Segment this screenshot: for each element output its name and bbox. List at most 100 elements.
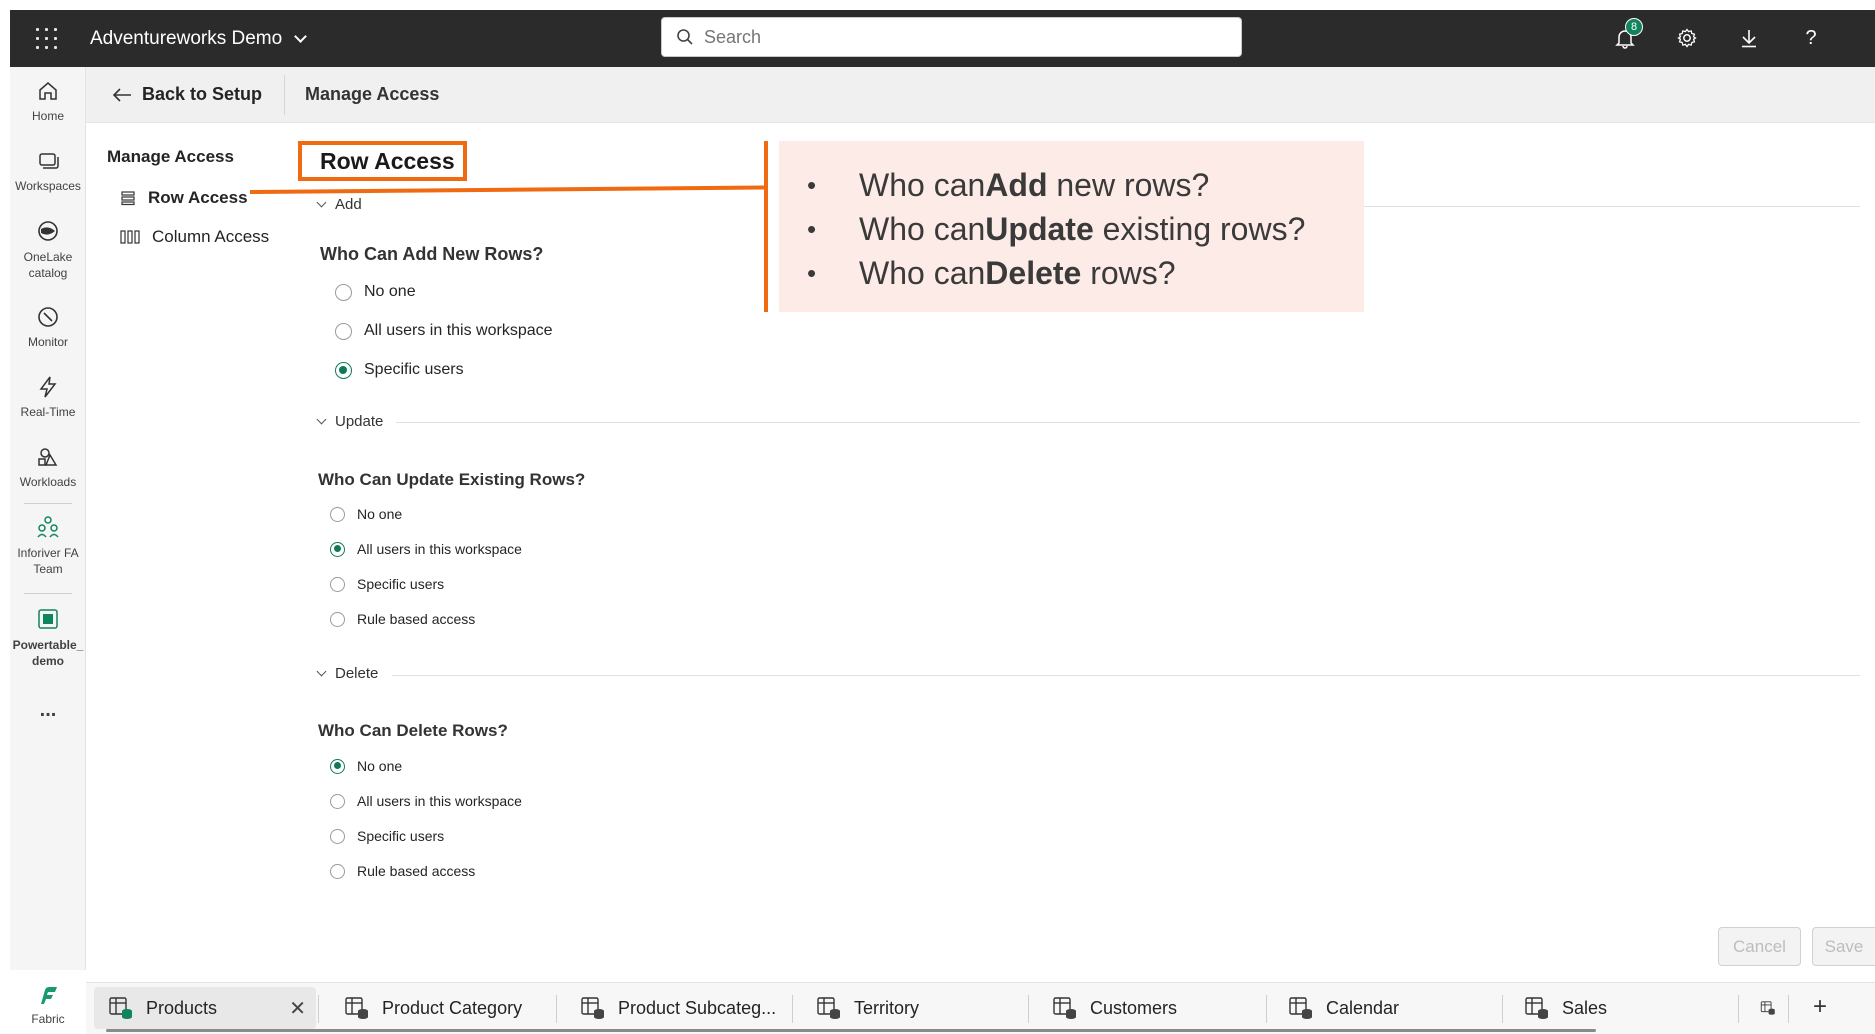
rail-item-workspaces[interactable]: Workspaces (10, 147, 86, 193)
rail-item-monitor[interactable]: Monitor (10, 303, 86, 349)
fabric-home[interactable]: Fabric (10, 970, 86, 1034)
radio-button[interactable] (335, 283, 352, 301)
update-question: Who Can Update Existing Rows? (318, 470, 586, 489)
radio-button[interactable] (330, 828, 345, 844)
tab-territory[interactable]: Territory (802, 987, 919, 1029)
cancel-button[interactable]: Cancel (1718, 927, 1801, 966)
back-to-setup-button[interactable]: Back to Setup (112, 84, 262, 105)
nav-item-column-access[interactable]: Column Access (120, 227, 269, 247)
radio-button-selected[interactable] (330, 758, 345, 774)
callout-item: • Who can Add new rows? (807, 166, 1210, 203)
save-button[interactable]: Save (1812, 927, 1875, 966)
settings-button[interactable] (1673, 24, 1701, 52)
radio-button[interactable] (330, 863, 345, 879)
annotation-callout: • Who can Add new rows? • Who can Update e… (779, 141, 1364, 312)
table-db-icon (817, 997, 840, 1019)
table-db-icon (1053, 997, 1076, 1019)
search-input[interactable] (704, 26, 1204, 48)
callout-item: • Who can Update existing rows? (807, 210, 1306, 247)
update-option-specific-users[interactable]: Specific users (330, 576, 444, 592)
help-icon: ? (1805, 26, 1817, 49)
rail-item-inforiver-team[interactable]: Inforiver FA Team (10, 513, 86, 577)
annotation-connector (249, 185, 766, 194)
table-db-icon (1289, 997, 1312, 1019)
top-bar: Adventureworks Demo 8 ? (10, 10, 1875, 67)
more-options-icon[interactable]: ... (10, 699, 86, 722)
delete-question: Who Can Delete Rows? (318, 721, 508, 740)
rail-item-home[interactable]: Home (10, 77, 86, 123)
workspace-switcher[interactable]: Adventureworks Demo (90, 28, 308, 50)
nav-item-label: Row Access (148, 188, 248, 207)
search-box[interactable] (661, 17, 1242, 57)
radio-button-selected[interactable] (330, 541, 345, 557)
delete-option-rule-based[interactable]: Rule based access (330, 863, 475, 879)
add-tab-button[interactable]: + (1813, 993, 1827, 1021)
tab-sales[interactable]: Sales (1510, 987, 1607, 1029)
onelake-icon (38, 221, 58, 241)
add-option-all-users[interactable]: All users in this workspace (335, 322, 553, 340)
download-button[interactable] (1735, 24, 1763, 52)
app-launcher-icon[interactable] (34, 26, 60, 52)
table-db-icon (109, 997, 132, 1019)
delete-option-specific-users[interactable]: Specific users (330, 828, 444, 844)
add-option-specific-users[interactable]: Specific users (335, 361, 464, 379)
back-label: Back to Setup (142, 84, 263, 104)
tab-customers[interactable]: Customers (1038, 987, 1177, 1029)
tab-overflow[interactable] (1746, 987, 1776, 1029)
fabric-logo-icon (41, 987, 57, 1004)
tab-calendar[interactable]: Calendar (1274, 987, 1399, 1029)
workspaces-icon (39, 153, 59, 169)
rail-item-onelake[interactable]: OneLake catalog (10, 217, 86, 281)
update-option-no-one[interactable]: No one (330, 506, 402, 522)
update-option-rule-based[interactable]: Rule based access (330, 611, 475, 627)
section-delete-toggle[interactable]: Delete (316, 665, 378, 682)
radio-button[interactable] (330, 506, 345, 522)
section-add-toggle[interactable]: Add (316, 196, 362, 213)
rail-label: Home (31, 109, 64, 123)
delete-option-no-one[interactable]: No one (330, 758, 402, 774)
callout-item: • Who can Delete rows? (807, 254, 1176, 291)
plus-icon: + (1812, 993, 1827, 1020)
radio-button[interactable] (330, 793, 345, 809)
search-icon (677, 29, 693, 45)
nav-item-row-access[interactable]: Row Access (120, 188, 248, 208)
rail-item-powertable-demo[interactable]: Powertable_ demo (10, 605, 86, 669)
radio-button[interactable] (330, 576, 345, 592)
add-option-no-one[interactable]: No one (335, 283, 416, 301)
radio-button-selected[interactable] (335, 361, 352, 379)
tab-product-subcategory[interactable]: Product Subcateg... (566, 987, 776, 1029)
team-icon (37, 516, 59, 538)
columns-icon (120, 230, 140, 244)
table-db-icon (345, 997, 368, 1019)
rail-item-real-time[interactable]: Real-Time (10, 373, 86, 419)
rail-item-workloads[interactable]: Workloads (10, 443, 86, 489)
rail-label: Workspaces (15, 179, 81, 193)
chevron-down-icon (316, 666, 327, 677)
tabs-scrollbar[interactable] (106, 1029, 1596, 1032)
chevron-down-icon (294, 29, 308, 43)
section-update-toggle[interactable]: Update (316, 413, 383, 430)
radio-button[interactable] (335, 322, 352, 340)
workloads-icon (38, 448, 58, 466)
chevron-down-icon (316, 414, 327, 425)
rail-label: Workloads (19, 475, 77, 489)
help-button[interactable]: ? (1797, 24, 1825, 52)
rail-label: Monitor (27, 335, 68, 349)
table-db-icon (581, 997, 604, 1019)
delete-option-all-users[interactable]: All users in this workspace (330, 793, 522, 809)
rows-icon (121, 191, 135, 206)
radio-button[interactable] (330, 611, 345, 627)
tab-product-category[interactable]: Product Category (330, 987, 522, 1029)
notifications-button[interactable]: 8 (1611, 18, 1643, 52)
arrow-left-icon (112, 87, 131, 102)
rail-label: Inforiver FA Team (17, 546, 79, 576)
left-rail: Home Workspaces OneLake catalog Monitor … (10, 67, 86, 1034)
rail-label: Powertable_ demo (12, 638, 84, 668)
rail-label: Real-Time (20, 405, 76, 419)
table-tabs: Products ✕ Product Category Product Subc… (86, 982, 1875, 1034)
update-option-all-users[interactable]: All users in this workspace (330, 541, 522, 557)
close-icon[interactable]: ✕ (289, 996, 306, 1021)
annotation-bracket (764, 141, 768, 312)
tab-products[interactable]: Products ✕ (94, 987, 316, 1029)
nav-title: Manage Access (107, 147, 234, 166)
